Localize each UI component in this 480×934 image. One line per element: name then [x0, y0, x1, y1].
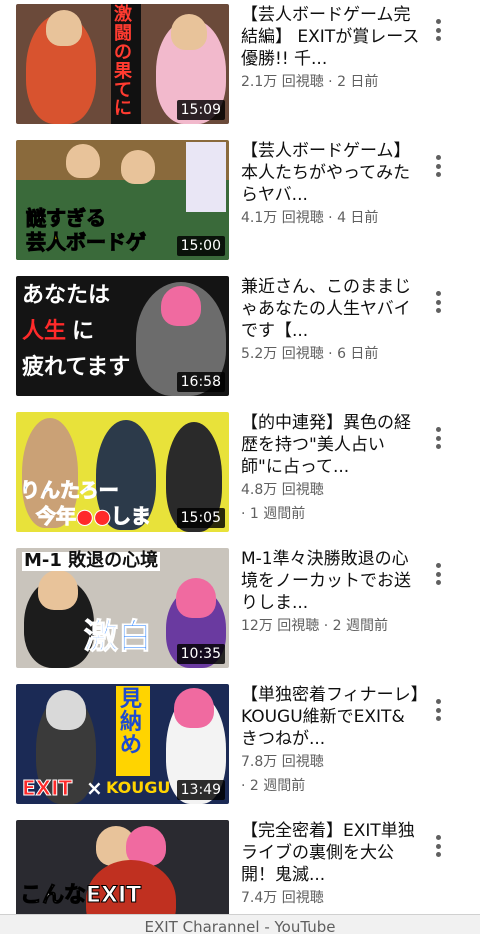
thumb-overlay-text: 芸人ボードゲ — [26, 230, 147, 254]
video-meta: 7.8万 回視聴 — [241, 754, 324, 770]
thumb-overlay-text: 疲れてます — [22, 355, 131, 380]
video-duration: 15:05 — [176, 508, 225, 528]
page-title-bar: EXIT Charannel - YouTube — [0, 914, 480, 934]
video-item[interactable]: 見納め EXIT × KOUGU 13:49 【単独密着フィナーレ】KOUGU維… — [0, 682, 480, 818]
video-meta-time: · 1 週間前 — [241, 506, 306, 522]
kebab-more-icon[interactable] — [428, 832, 448, 860]
thumb-face — [46, 10, 82, 46]
video-meta: 4.8万 回視聴 — [241, 482, 324, 498]
thumb-face — [176, 578, 216, 618]
video-duration: 15:09 — [176, 100, 225, 120]
video-duration: 13:49 — [176, 780, 225, 800]
thumb-overlay-text: 人生 — [22, 319, 67, 344]
thumb-overlay-text: あなたは — [22, 283, 111, 308]
video-meta: 4.1万 回視聴 · 4 日前 — [241, 210, 379, 226]
thumb-face — [174, 688, 214, 728]
video-meta: 5.2万 回視聴 · 6 日前 — [241, 346, 379, 362]
video-list: 激闘の果てに 15:09 【芸人ボードゲーム完結編】 EXITが賞レース優勝!!… — [0, 0, 480, 934]
video-meta: 12万 回視聴 · 2 週間前 — [241, 618, 388, 634]
video-meta-time: · 2 週間前 — [241, 778, 306, 794]
video-title[interactable]: 【芸人ボードゲーム】本人たちがやってみたらヤバ... — [241, 140, 421, 206]
video-title[interactable]: 兼近さん、このままじゃあなたの人生ヤバイです【... — [241, 276, 421, 342]
video-thumbnail[interactable]: 激闘の果てに 15:09 — [16, 4, 229, 124]
thumb-overlay-text: × — [86, 776, 103, 800]
video-item[interactable]: 激闘の果てに 15:09 【芸人ボードゲーム完結編】 EXITが賞レース優勝!!… — [0, 2, 480, 138]
video-item[interactable]: あなたは 人生 に 疲れてます 16:58 兼近さん、このままじゃあなたの人生ヤ… — [0, 274, 480, 410]
thumb-overlay-text: 激闘の果てに — [114, 4, 132, 120]
video-thumbnail[interactable]: M-1 敗退の心境 激白 10:35 — [16, 548, 229, 668]
thumb-overlay-text: M-1 敗退の心境 — [22, 550, 161, 571]
thumb-overlay-text: EXIT — [21, 776, 73, 800]
kebab-more-icon[interactable] — [428, 560, 448, 588]
kebab-more-icon[interactable] — [428, 16, 448, 44]
thumb-face — [161, 286, 201, 326]
video-meta: 2.1万 回視聴 · 2 日前 — [241, 74, 379, 90]
thumb-face — [66, 144, 100, 178]
video-duration: 16:58 — [176, 372, 225, 392]
kebab-more-icon[interactable] — [428, 424, 448, 452]
thumb-overlay-text: KOUGU — [106, 778, 171, 797]
video-title[interactable]: M-1準々決勝敗退の心境をノーカットでお送りしま... — [241, 548, 421, 614]
video-title[interactable]: 【単独密着フィナーレ】KOUGU維新でEXIT&きつねが... — [241, 684, 421, 750]
video-item[interactable]: りんたろー 今年●●しま 15:05 【的中連発】異色の経歴を持つ"美人占い師"… — [0, 410, 480, 546]
thumb-overlay-text: に — [72, 319, 95, 344]
thumb-face — [121, 150, 155, 184]
video-title[interactable]: 【完全密着】EXIT単独ライブの裏側を大公開！鬼滅... — [241, 820, 421, 886]
video-title[interactable]: 【的中連発】異色の経歴を持つ"美人占い師"に占って... — [241, 412, 421, 478]
video-thumbnail[interactable]: 見納め EXIT × KOUGU 13:49 — [16, 684, 229, 804]
thumb-overlay-text: こんなEXIT — [19, 883, 142, 908]
kebab-more-icon[interactable] — [428, 288, 448, 316]
video-thumbnail[interactable]: りんたろー 今年●●しま 15:05 — [16, 412, 229, 532]
thumb-face — [46, 690, 86, 730]
video-item[interactable]: 謎すぎる 芸人ボードゲ 15:00 【芸人ボードゲーム】本人たちがやってみたらヤ… — [0, 138, 480, 274]
video-meta: 7.4万 回視聴 — [241, 890, 324, 906]
thumb-overlay-text: 謎すぎる — [26, 206, 107, 230]
video-duration: 10:35 — [176, 644, 225, 664]
video-thumbnail[interactable]: 謎すぎる 芸人ボードゲ 15:00 — [16, 140, 229, 260]
video-duration: 15:00 — [176, 236, 225, 256]
thumb-overlay-text: 今年●●しま — [36, 504, 152, 528]
kebab-more-icon[interactable] — [428, 696, 448, 724]
thumb-overlay-text: 見納め — [120, 687, 143, 759]
thumb-face — [38, 570, 78, 610]
thumb-overlay-text: 激白 — [84, 617, 153, 657]
kebab-more-icon[interactable] — [428, 152, 448, 180]
thumb-box — [186, 142, 226, 212]
video-item[interactable]: M-1 敗退の心境 激白 10:35 M-1準々決勝敗退の心境をノーカットでお送… — [0, 546, 480, 682]
video-thumbnail[interactable]: あなたは 人生 に 疲れてます 16:58 — [16, 276, 229, 396]
thumb-face — [171, 14, 207, 50]
video-title[interactable]: 【芸人ボードゲーム完結編】 EXITが賞レース優勝!! 千... — [241, 4, 421, 70]
thumb-overlay-text: りんたろー — [20, 478, 120, 502]
